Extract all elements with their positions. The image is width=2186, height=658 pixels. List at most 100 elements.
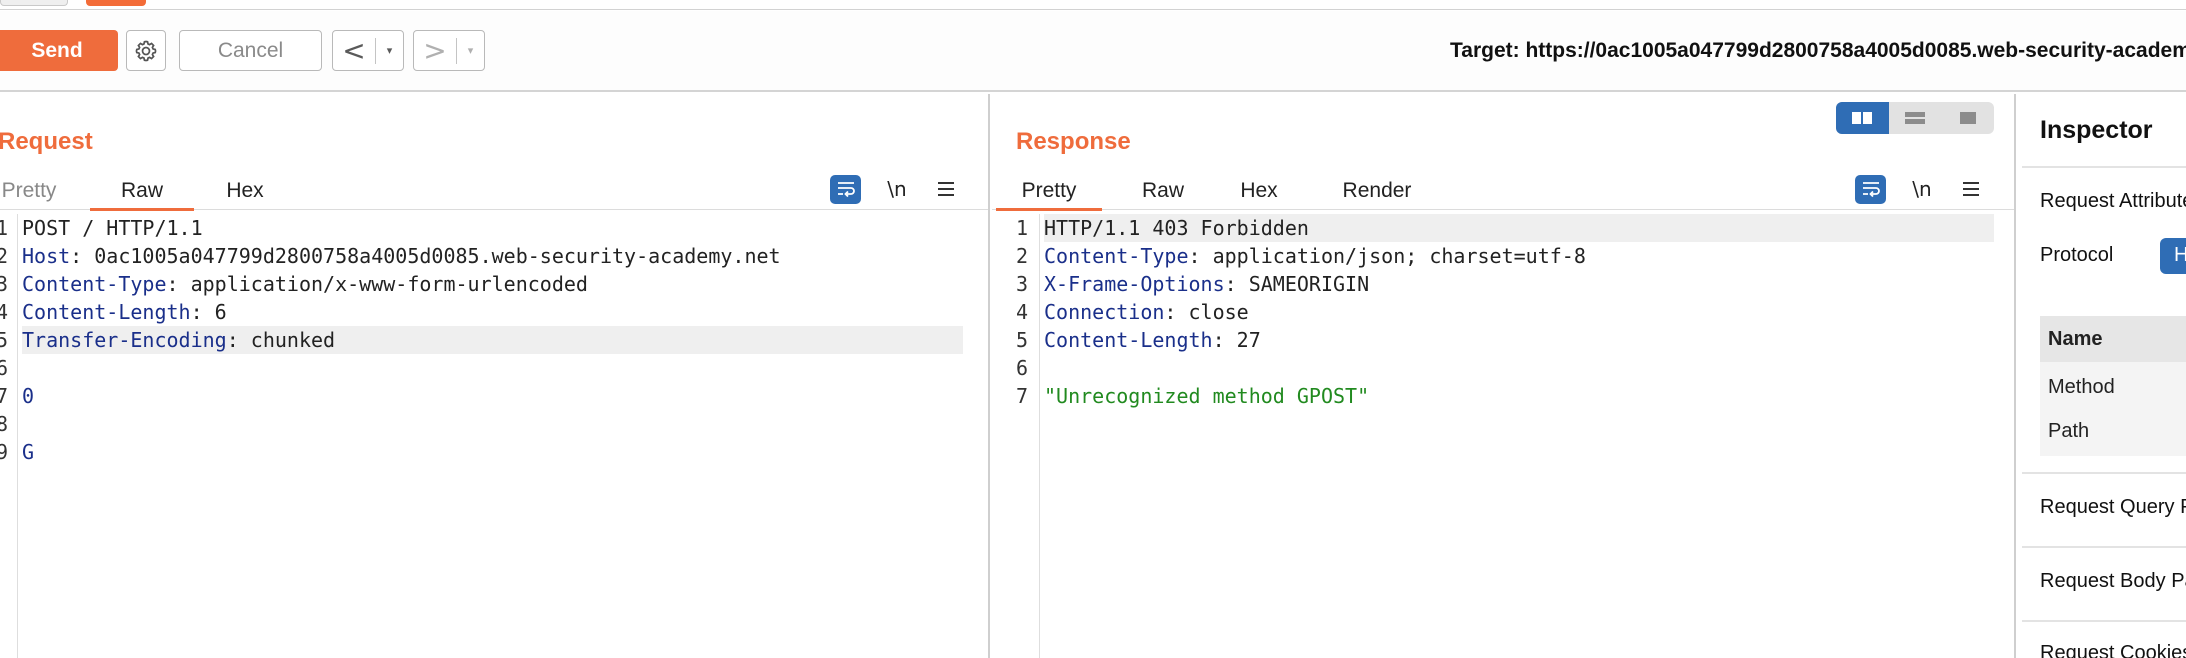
settings-button[interactable] — [126, 30, 166, 71]
tab-raw[interactable]: Raw — [90, 172, 194, 211]
response-editor-tools: \n — [1855, 172, 1986, 206]
cancel-button[interactable]: Cancel — [179, 30, 322, 71]
request-body-section[interactable]: Request Body Parameters — [2040, 570, 2186, 593]
request-editor-tools: \n — [830, 172, 961, 206]
attributes-table: Name Method Path — [2040, 316, 2186, 456]
tab-hex[interactable]: Hex — [1228, 172, 1290, 210]
line-number: 9 — [0, 440, 8, 464]
line-content: Content-Type: application/json; charset=… — [1044, 242, 1586, 270]
header-value: : close — [1164, 300, 1249, 324]
newline-toggle-icon[interactable]: \n — [1902, 177, 1942, 201]
header-name: X-Frame-Options — [1044, 272, 1225, 296]
menu-icon[interactable] — [931, 182, 961, 196]
line-number: 2 — [0, 244, 8, 268]
chevron-down-icon[interactable]: ▾ — [376, 44, 403, 57]
header-name: Content-Type — [22, 272, 167, 296]
back-button[interactable]: < ▾ — [332, 30, 404, 71]
repeater-tab-active[interactable] — [86, 0, 146, 6]
line-number: 4 — [0, 300, 8, 324]
header-name: Content-Type — [1044, 244, 1189, 268]
layout-single[interactable] — [1941, 102, 1994, 134]
table-row-path[interactable]: Path — [2048, 420, 2089, 443]
line-number: 6 — [1015, 356, 1028, 380]
request-query-section[interactable]: Request Query Parameters — [2040, 496, 2186, 519]
code-line[interactable]: 7 "Unrecognized method GPOST" — [992, 382, 2014, 410]
table-row-method[interactable]: Method — [2048, 376, 2115, 399]
newline-toggle-icon[interactable]: \n — [877, 177, 917, 201]
header-value: : 27 — [1212, 328, 1261, 352]
send-button[interactable]: Send — [0, 30, 118, 71]
tab-raw[interactable]: Raw — [1122, 172, 1204, 210]
tab-pretty[interactable]: Pretty — [0, 172, 60, 210]
word-wrap-icon[interactable] — [1855, 174, 1886, 204]
code-line[interactable]: 9G — [0, 438, 988, 466]
code-line[interactable]: 6 — [992, 354, 2014, 382]
line-text: POST / HTTP/1.1 — [22, 216, 203, 240]
line-text: HTTP/1.1 403 Forbidden — [1044, 216, 1309, 240]
header-name: Content-Length — [1044, 328, 1213, 352]
line-content: 0 — [22, 382, 34, 410]
code-line[interactable]: 1 POST / HTTP/1.1 — [0, 214, 988, 242]
repeater-tab[interactable] — [0, 0, 68, 6]
body-text: 0 — [22, 384, 35, 408]
layout-toggle — [1836, 102, 1994, 134]
code-line[interactable]: 3 Content-Type: application/x-www-form-ur… — [0, 270, 988, 298]
request-editor[interactable]: 1 POST / HTTP/1.1 2 Host: 0ac1005a047799d28… — [0, 214, 988, 658]
word-wrap-icon[interactable] — [830, 174, 861, 204]
forward-button[interactable]: > ▾ — [413, 30, 485, 71]
code-line[interactable]: 70 — [0, 382, 988, 410]
layout-side-by-side[interactable] — [1836, 102, 1889, 134]
menu-icon[interactable] — [1956, 182, 1986, 196]
body-text: "Unrecognized method GPOST" — [1044, 384, 1370, 408]
line-number: 7 — [1015, 384, 1028, 408]
divider — [2022, 472, 2186, 474]
request-cookies-section[interactable]: Request Cookies — [2040, 642, 2186, 658]
chevron-right-icon[interactable]: > — [414, 31, 456, 70]
line-content: X-Frame-Options: SAMEORIGIN — [1044, 270, 1369, 298]
chevron-down-icon[interactable]: ▾ — [457, 44, 484, 57]
line-content: HTTP/1.1 403 Forbidden — [1044, 214, 1994, 242]
header-value: : chunked — [226, 328, 336, 352]
line-content: POST / HTTP/1.1 — [22, 214, 203, 242]
protocol-toggle[interactable]: H — [2160, 238, 2186, 274]
code-line[interactable]: 2 Content-Type: application/json; charset… — [992, 242, 2014, 270]
line-content: "Unrecognized method GPOST" — [1044, 382, 1369, 410]
request-attributes-section[interactable]: Request Attributes — [2040, 190, 2186, 213]
request-pane: Request Pretty Raw Hex \n 1 POST / HTTP/1… — [0, 94, 990, 658]
line-number: 7 — [0, 384, 8, 408]
line-content: Content-Length: 6 — [22, 298, 227, 326]
response-editor[interactable]: 1 HTTP/1.1 403 Forbidden 2 Content-Type: ap… — [992, 214, 2014, 658]
tab-hex[interactable]: Hex — [214, 172, 276, 210]
code-line[interactable]: 5 Transfer-Encoding: chunked — [0, 326, 988, 354]
code-line[interactable]: 4 Content-Length: 6 — [0, 298, 988, 326]
toolbar: Send Cancel < ▾ > ▾ Target: https://0ac1… — [0, 11, 2186, 92]
layout-stacked[interactable] — [1889, 102, 1942, 134]
columns-icon — [1852, 112, 1873, 124]
line-number: 8 — [0, 412, 8, 436]
code-line[interactable]: 5 Content-Length: 27 — [992, 326, 2014, 354]
header-value: : SAMEORIGIN — [1224, 272, 1370, 296]
header-name: Connection — [1044, 300, 1165, 324]
single-panel-icon — [1959, 112, 1976, 124]
code-line[interactable]: 6 — [0, 354, 988, 382]
tab-pretty[interactable]: Pretty — [996, 172, 1102, 211]
header-name: Host — [22, 244, 71, 268]
code-line[interactable]: 8 — [0, 410, 988, 438]
tab-strip — [0, 0, 2186, 10]
code-line[interactable]: 3 X-Frame-Options: SAMEORIGIN — [992, 270, 2014, 298]
target-url[interactable]: Target: https://0ac1005a047799d2800758a4… — [1450, 39, 2186, 63]
line-number: 2 — [1015, 244, 1028, 268]
line-number: 3 — [0, 272, 8, 296]
header-name: Transfer-Encoding — [22, 328, 227, 352]
header-value: : 0ac1005a047799d2800758a4005d0085.web-s… — [70, 244, 781, 268]
tab-render[interactable]: Render — [1332, 172, 1422, 210]
code-line[interactable]: 2 Host: 0ac1005a047799d2800758a4005d0085.… — [0, 242, 988, 270]
chevron-left-icon[interactable]: < — [333, 31, 375, 70]
protocol-label: Protocol — [2040, 244, 2114, 266]
code-line[interactable]: 4 Connection: close — [992, 298, 2014, 326]
divider — [2022, 166, 2186, 168]
body-text: G — [22, 440, 35, 464]
header-value: : application/json; charset=utf-8 — [1188, 244, 1586, 268]
response-pane: Response Pretty Raw Hex Render \n 1 HTTP/… — [992, 94, 2016, 658]
code-line[interactable]: 1 HTTP/1.1 403 Forbidden — [992, 214, 2014, 242]
